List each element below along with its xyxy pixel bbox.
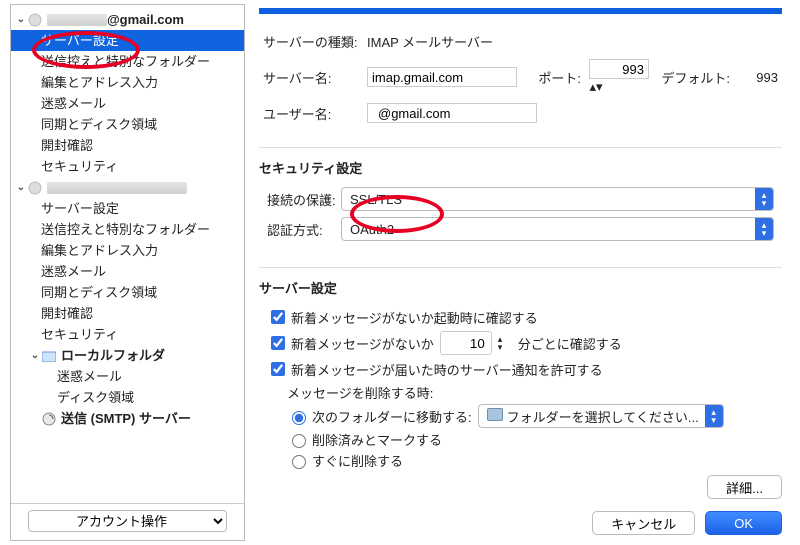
server-name-input[interactable] [367, 67, 517, 87]
delete-remove-label: すぐに削除する [312, 451, 403, 470]
account-0-label: @gmail.com [107, 9, 184, 30]
allow-push-checkbox[interactable] [271, 362, 285, 376]
dropdown-caret-icon: ▴▾ [755, 188, 773, 210]
server-settings-title: サーバー設定 [259, 278, 782, 297]
check-every-checkbox[interactable] [271, 336, 285, 350]
chevron-down-icon[interactable]: ⌄ [15, 9, 27, 30]
server-type-value: IMAP メールサーバー [367, 35, 493, 50]
sidebar-item-security[interactable]: セキュリティ [11, 156, 244, 177]
server-name-label: サーバー名: [263, 71, 331, 86]
sidebar-item-junk[interactable]: 迷惑メール [11, 93, 244, 114]
port-input[interactable] [589, 59, 649, 79]
account-actions-select[interactable]: アカウント操作 [28, 510, 226, 532]
account-icon [27, 12, 43, 28]
security-title: セキュリティ設定 [259, 158, 782, 177]
ok-button[interactable]: OK [705, 511, 782, 535]
check-on-startup-checkbox[interactable] [271, 310, 285, 324]
detail-button[interactable]: 詳細... [707, 475, 782, 499]
account-icon [27, 180, 43, 196]
connection-protection-select[interactable]: SSL/TLS ▴▾ [341, 187, 774, 211]
accounts-tree: ⌄ @gmail.com サーバー設定 送信控えと特別なフォルダー 編集とアドレ… [11, 5, 244, 503]
server-type-label: サーバーの種類: [263, 35, 357, 50]
accounts-sidebar: ⌄ @gmail.com サーバー設定 送信控えと特別なフォルダー 編集とアドレ… [10, 4, 245, 541]
sidebar-item-receipts[interactable]: 開封確認 [11, 303, 244, 324]
sidebar-account-0[interactable]: ⌄ @gmail.com [11, 9, 244, 30]
chevron-down-icon[interactable]: ⌄ [15, 177, 27, 198]
default-port-value: 993 [756, 70, 778, 85]
obscured-name [47, 182, 187, 194]
dropdown-caret-icon: ▴▾ [755, 218, 773, 240]
sidebar-item-composition[interactable]: 編集とアドレス入力 [11, 240, 244, 261]
security-section: セキュリティ設定 接続の保護: SSL/TLS ▴▾ 認証方式: OAuth2 … [259, 147, 782, 247]
port-label: ポート: [538, 71, 581, 86]
connection-protection-label: 接続の保護: [267, 190, 341, 209]
delete-move-label: 次のフォルダーに移動する: [312, 407, 472, 426]
allow-push-label: 新着メッセージが届いた時のサーバー通知を許可する [291, 360, 603, 379]
cancel-button[interactable]: キャンセル [592, 511, 695, 535]
sidebar-item-disk-local[interactable]: ディスク領域 [11, 387, 244, 408]
main-panel: サーバーの種類: IMAP メールサーバー サーバー名: ポート: ▴▾ デフォ… [245, 0, 800, 545]
auth-method-select[interactable]: OAuth2 ▴▾ [341, 217, 774, 241]
sidebar-item-server-settings[interactable]: サーバー設定 [11, 30, 244, 51]
header-divider [259, 8, 782, 14]
default-port-label: デフォルト: [661, 71, 730, 86]
user-name-input[interactable] [374, 103, 558, 123]
sidebar-item-sync[interactable]: 同期とディスク領域 [11, 282, 244, 303]
sidebar-item-server-settings[interactable]: サーバー設定 [11, 198, 244, 219]
sidebar-item-copies-folders[interactable]: 送信控えと特別なフォルダー [11, 51, 244, 72]
when-delete-label: メッセージを削除する時: [287, 383, 774, 402]
chevron-down-icon[interactable]: ⌄ [29, 345, 41, 366]
server-settings-section: サーバー設定 新着メッセージがないか起動時に確認する 新着メッセージがないか ▴… [259, 267, 782, 472]
sidebar-account-1[interactable]: ⌄ [11, 177, 244, 198]
smtp-icon [41, 411, 57, 427]
user-name-label: ユーザー名: [263, 107, 331, 122]
stepper-icon[interactable]: ▴▾ [498, 335, 512, 351]
sidebar-item-security[interactable]: セキュリティ [11, 324, 244, 345]
check-every-label-before: 新着メッセージがないか [291, 334, 434, 353]
sidebar-item-junk-local[interactable]: 迷惑メール [11, 366, 244, 387]
delete-remove-radio[interactable] [292, 455, 306, 469]
check-every-value-input[interactable] [440, 331, 492, 355]
local-folders-icon [41, 348, 57, 364]
sidebar-smtp-server[interactable]: 送信 (SMTP) サーバー [11, 408, 244, 429]
dropdown-caret-icon: ▴▾ [705, 405, 723, 427]
delete-mark-label: 削除済みとマークする [312, 430, 442, 449]
sidebar-item-copies-folders[interactable]: 送信控えと特別なフォルダー [11, 219, 244, 240]
obscured-name [47, 14, 107, 26]
auth-method-label: 認証方式: [267, 220, 341, 239]
sidebar-item-composition[interactable]: 編集とアドレス入力 [11, 72, 244, 93]
delete-move-folder-select[interactable]: フォルダーを選択してください... ▴▾ [478, 404, 724, 428]
check-every-label-after: 分ごとに確認する [518, 334, 622, 353]
sidebar-item-receipts[interactable]: 開封確認 [11, 135, 244, 156]
sidebar-item-junk[interactable]: 迷惑メール [11, 261, 244, 282]
check-on-startup-label: 新着メッセージがないか起動時に確認する [291, 308, 538, 327]
stepper-icon[interactable]: ▴▾ [589, 79, 603, 95]
account-actions: アカウント操作 [11, 503, 244, 540]
sidebar-item-sync[interactable]: 同期とディスク領域 [11, 114, 244, 135]
sidebar-local-folders[interactable]: ⌄ ローカルフォルダ [11, 345, 244, 366]
delete-mark-radio[interactable] [292, 434, 306, 448]
delete-move-radio[interactable] [292, 411, 306, 425]
folder-icon [487, 408, 507, 424]
